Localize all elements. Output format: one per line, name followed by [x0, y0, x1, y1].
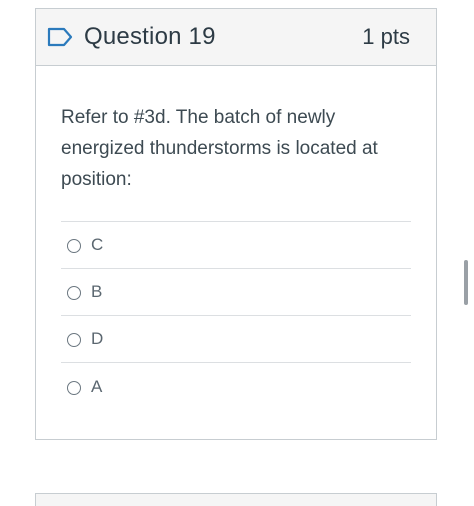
flag-icon[interactable] — [46, 26, 74, 48]
question-body: Refer to #3d. The batch of newly energiz… — [36, 66, 436, 410]
answer-option-c[interactable]: C — [61, 222, 411, 269]
answer-label: B — [91, 282, 103, 301]
answer-list: C B D A — [61, 221, 411, 410]
question-card: Question 19 1 pts Refer to #3d. The batc… — [35, 8, 437, 440]
radio-button[interactable] — [67, 333, 81, 347]
question-text: Refer to #3d. The batch of newly energiz… — [61, 107, 378, 190]
radio-button[interactable] — [67, 286, 81, 300]
scrollbar[interactable] — [464, 260, 468, 305]
radio-button[interactable] — [67, 239, 81, 253]
page: Question 19 1 pts Refer to #3d. The batc… — [0, 0, 474, 506]
answer-label: A — [91, 376, 103, 396]
answer-label: D — [91, 329, 104, 348]
answer-label: C — [91, 235, 104, 254]
question-points: 1 pts — [362, 24, 410, 49]
answer-option-d[interactable]: D — [61, 316, 411, 363]
answer-option-b[interactable]: B — [61, 269, 411, 316]
next-question-card — [35, 493, 437, 506]
answer-option-a[interactable]: A — [61, 363, 411, 410]
question-title: Question 19 — [84, 23, 216, 50]
question-header: Question 19 1 pts — [36, 9, 436, 66]
radio-button[interactable] — [67, 380, 81, 395]
